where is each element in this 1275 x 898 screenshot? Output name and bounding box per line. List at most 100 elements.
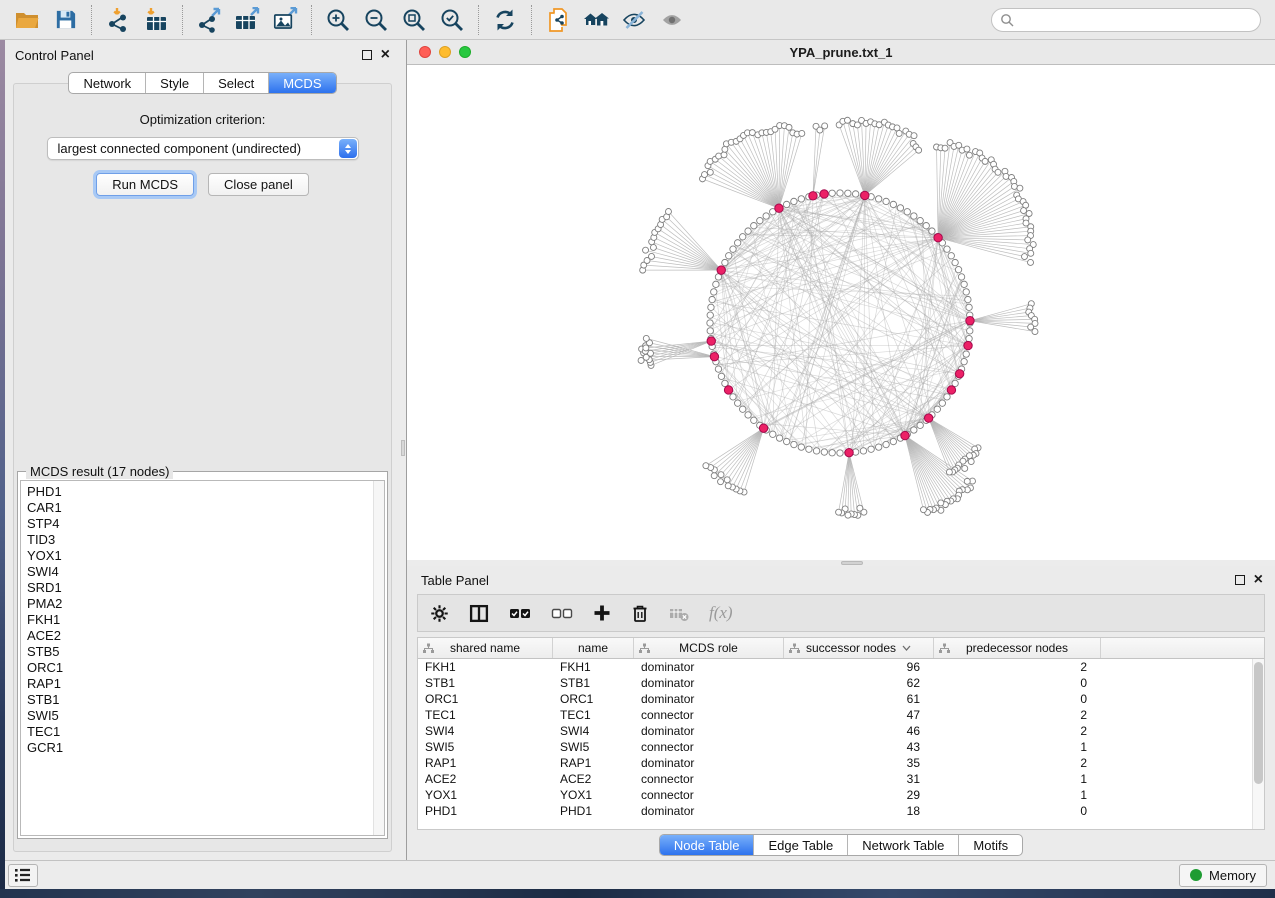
float-window-icon[interactable]: [362, 50, 372, 60]
zoom-selected-button[interactable]: [433, 4, 471, 36]
mcds-result-item[interactable]: YOX1: [27, 548, 384, 564]
graph-node[interactable]: [730, 246, 736, 252]
graph-node[interactable]: [665, 209, 671, 215]
zoom-out-button[interactable]: [357, 4, 395, 36]
graph-node[interactable]: [745, 412, 751, 418]
graph-node[interactable]: [964, 146, 970, 152]
graph-node[interactable]: [911, 213, 917, 219]
graph-node[interactable]: [966, 152, 972, 158]
graph-node[interactable]: [783, 438, 789, 444]
tab-network-table[interactable]: Network Table: [847, 835, 958, 855]
graph-node[interactable]: [964, 478, 970, 484]
graph-node[interactable]: [860, 448, 866, 454]
graph-node[interactable]: [890, 438, 896, 444]
graph-node[interactable]: [798, 196, 804, 202]
graph-hub-node[interactable]: [717, 266, 725, 274]
graph-node[interactable]: [982, 158, 988, 164]
graph-node[interactable]: [836, 509, 842, 515]
graph-hub-node[interactable]: [901, 431, 909, 439]
table-row[interactable]: ACE2ACE2connector311: [418, 771, 1252, 787]
graph-node[interactable]: [962, 465, 968, 471]
import-network-button[interactable]: [99, 4, 137, 36]
graph-node[interactable]: [963, 351, 969, 357]
graph-node[interactable]: [966, 304, 972, 310]
table-row[interactable]: STB1STB1dominator620: [418, 675, 1252, 691]
memory-button[interactable]: Memory: [1179, 864, 1267, 887]
graph-node[interactable]: [648, 253, 654, 259]
column-header-shared-name[interactable]: shared name: [418, 638, 553, 658]
graph-node[interactable]: [751, 222, 757, 228]
graph-node[interactable]: [791, 441, 797, 447]
refresh-view-button[interactable]: [486, 4, 524, 36]
graph-node[interactable]: [896, 130, 902, 136]
function-builder-button[interactable]: f(x): [709, 603, 733, 623]
graph-hub-node[interactable]: [710, 352, 718, 360]
graph-node[interactable]: [757, 217, 763, 223]
table-scrollbar[interactable]: [1252, 659, 1264, 829]
mcds-result-item[interactable]: SRD1: [27, 580, 384, 596]
show-columns-button[interactable]: [509, 606, 531, 620]
graph-node[interactable]: [961, 281, 967, 287]
graph-node[interactable]: [938, 500, 944, 506]
graph-node[interactable]: [837, 190, 843, 196]
graph-node[interactable]: [961, 358, 967, 364]
graph-hub-node[interactable]: [707, 337, 715, 345]
column-header-name[interactable]: name: [553, 638, 634, 658]
network-canvas[interactable]: [407, 65, 1275, 560]
graph-node[interactable]: [829, 450, 835, 456]
graph-node[interactable]: [966, 335, 972, 341]
delete-column-button[interactable]: [631, 604, 649, 623]
vertical-splitter[interactable]: [400, 40, 407, 860]
graph-node[interactable]: [897, 205, 903, 211]
graph-hub-node[interactable]: [809, 192, 817, 200]
search-field[interactable]: [991, 8, 1261, 32]
graph-node[interactable]: [911, 427, 917, 433]
mcds-result-list[interactable]: PHD1CAR1STP4TID3YOX1SWI4SRD1PMA2FKH1ACE2…: [20, 480, 385, 836]
first-neighbors-button[interactable]: [577, 4, 615, 36]
close-traffic-light[interactable]: [419, 46, 431, 58]
network-graph[interactable]: [407, 65, 1275, 560]
scrollbar-thumb[interactable]: [1254, 662, 1263, 784]
graph-node[interactable]: [643, 335, 649, 341]
graph-node[interactable]: [643, 345, 649, 351]
graph-node[interactable]: [739, 234, 745, 240]
graph-node[interactable]: [722, 259, 728, 265]
export-table-button[interactable]: [228, 4, 266, 36]
tab-motifs[interactable]: Motifs: [958, 835, 1022, 855]
close-panel-button[interactable]: Close panel: [208, 173, 309, 196]
add-column-button[interactable]: [593, 604, 611, 622]
graph-node[interactable]: [650, 244, 656, 250]
graph-node[interactable]: [783, 201, 789, 207]
graph-node[interactable]: [708, 304, 714, 310]
mcds-result-item[interactable]: STB1: [27, 692, 384, 708]
graph-node[interactable]: [845, 512, 851, 518]
zoom-fit-button[interactable]: [395, 4, 433, 36]
graph-node[interactable]: [822, 123, 828, 129]
graph-node[interactable]: [995, 169, 1001, 175]
graph-node[interactable]: [776, 435, 782, 441]
tab-select[interactable]: Select: [203, 73, 268, 93]
graph-node[interactable]: [852, 191, 858, 197]
graph-node[interactable]: [718, 472, 724, 478]
hide-columns-button[interactable]: [551, 606, 573, 620]
table-row[interactable]: ORC1ORC1dominator610: [418, 691, 1252, 707]
graph-hub-node[interactable]: [966, 317, 974, 325]
minimize-traffic-light[interactable]: [439, 46, 451, 58]
mcds-result-item[interactable]: SWI5: [27, 708, 384, 724]
graph-node[interactable]: [707, 320, 713, 326]
criterion-dropdown[interactable]: largest connected component (undirected): [47, 137, 359, 160]
splitter-grip[interactable]: [401, 440, 405, 456]
tab-node-table[interactable]: Node Table: [660, 835, 754, 855]
graph-node[interactable]: [791, 198, 797, 204]
graph-node[interactable]: [958, 274, 964, 280]
graph-node[interactable]: [952, 259, 958, 265]
graph-hub-node[interactable]: [955, 370, 963, 378]
graph-node[interactable]: [1025, 237, 1031, 243]
graph-node[interactable]: [868, 446, 874, 452]
mcds-list-scrollbar[interactable]: [373, 481, 384, 835]
column-header-successor-nodes[interactable]: successor nodes: [784, 638, 934, 658]
graph-node[interactable]: [920, 507, 926, 513]
close-window-icon[interactable]: ×: [1254, 575, 1263, 585]
graph-node[interactable]: [942, 145, 948, 151]
graph-node[interactable]: [1028, 250, 1034, 256]
